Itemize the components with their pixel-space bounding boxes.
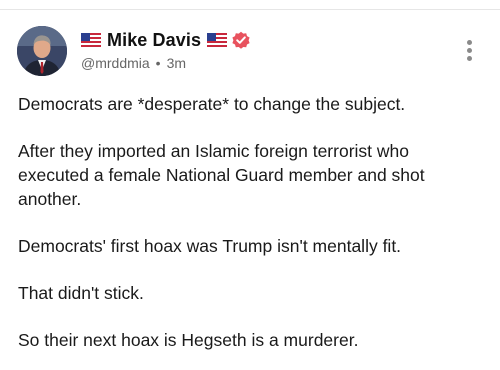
post-header: Mike Davis @mrddmia • 3m — [17, 26, 483, 78]
more-options-icon[interactable] — [465, 40, 473, 64]
author-display-name[interactable]: Mike Davis — [107, 30, 201, 51]
post-body: Democrats are *desperate* to change the … — [18, 92, 482, 370]
post-page: Mike Davis @mrddmia • 3m Democrats are *… — [0, 0, 500, 370]
top-divider — [0, 9, 500, 10]
post-paragraph: Democrats are *desperate* to change the … — [18, 94, 406, 114]
author-name-row: Mike Davis — [81, 28, 251, 52]
us-flag-icon — [207, 33, 228, 47]
meta-separator: • — [155, 55, 161, 71]
verified-badge-icon — [232, 31, 250, 49]
post-meta: @mrddmia • 3m — [81, 55, 186, 71]
us-flag-icon — [81, 33, 101, 47]
post-paragraph: That didn't stick. — [18, 283, 144, 303]
avatar[interactable] — [17, 26, 67, 76]
post-paragraph: So their next hoax is Hegseth is a murde… — [18, 330, 359, 350]
author-handle[interactable]: @mrddmia — [81, 55, 150, 71]
post-paragraph: After they imported an Islamic foreign t… — [18, 141, 425, 209]
post-paragraph: Democrats' first hoax was Trump isn't me… — [18, 236, 402, 256]
post-timestamp[interactable]: 3m — [167, 55, 186, 71]
